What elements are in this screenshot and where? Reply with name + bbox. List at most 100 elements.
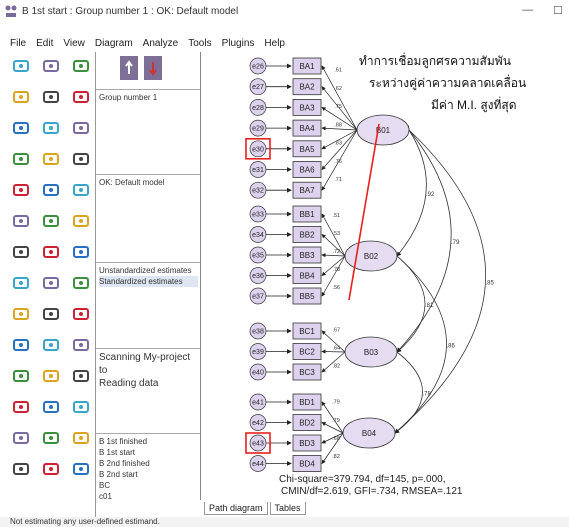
observed-label: BD1: [299, 398, 315, 407]
error-label: e33: [252, 212, 264, 219]
covariance-icon[interactable]: [42, 89, 60, 105]
fit-page-icon[interactable]: [42, 399, 60, 415]
error-label: e42: [252, 420, 264, 427]
error-label: e40: [252, 370, 264, 377]
annotation-text-1: ทำการเชื่อมลูกศรความสัมพัน: [359, 54, 511, 68]
rotate-icon[interactable]: [42, 213, 60, 229]
observed-label: BA6: [299, 166, 315, 175]
undo-icon[interactable]: [12, 461, 30, 477]
annotation-text-2: ระหว่างคู่ค่าความคลาดเคลื่อน: [369, 76, 527, 90]
bayesian-icon[interactable]: [12, 430, 30, 446]
model-item[interactable]: OK: Default model: [99, 177, 198, 188]
touch-up-icon[interactable]: [72, 244, 90, 260]
scroll-icon[interactable]: [42, 244, 60, 260]
estimate-unstandardized[interactable]: Unstandardized estimates: [99, 265, 198, 276]
zoom-area-icon[interactable]: [12, 368, 30, 384]
annotation-pointer-line: [348, 123, 380, 301]
observed-label: BC1: [299, 327, 315, 336]
copy-diagram-icon[interactable]: [12, 306, 30, 322]
estimate-standardized[interactable]: Standardized estimates: [99, 276, 198, 287]
deselect-icon[interactable]: [72, 151, 90, 167]
error-label: e44: [252, 461, 264, 468]
error-label: e27: [252, 84, 264, 91]
page-fit-icon[interactable]: [12, 399, 30, 415]
move-icon[interactable]: [42, 182, 60, 198]
erase-icon[interactable]: [72, 182, 90, 198]
loading-label: .82: [332, 364, 340, 370]
indicator-icon[interactable]: [72, 58, 90, 74]
menu-diagram[interactable]: Diagram: [95, 38, 133, 52]
list-data-icon[interactable]: [72, 120, 90, 136]
loading-label: .88: [334, 122, 342, 128]
file-item[interactable]: B 1st finished: [99, 436, 198, 447]
zoom-in-icon[interactable]: [42, 368, 60, 384]
specification-search-icon[interactable]: [72, 461, 90, 477]
observed-label: BC3: [299, 368, 315, 377]
loading-label: .72: [332, 249, 340, 255]
observed-label: BB3: [299, 251, 315, 260]
redo-icon[interactable]: [42, 461, 60, 477]
group-item[interactable]: Group number 1: [99, 92, 198, 103]
observed-label: BB1: [299, 210, 315, 219]
tab-tables[interactable]: Tables: [269, 502, 306, 515]
duplicate-icon[interactable]: [12, 182, 30, 198]
drag-props-icon[interactable]: [42, 337, 60, 353]
loading-label: .61: [334, 68, 342, 74]
view-text-icon[interactable]: [42, 306, 60, 322]
select-one-icon[interactable]: [12, 151, 30, 167]
error-label: e29: [252, 126, 264, 133]
covariance-path: [396, 125, 427, 257]
file-item[interactable]: BC: [99, 480, 198, 491]
multigroup-icon[interactable]: [42, 430, 60, 446]
error-label: e30: [252, 146, 264, 153]
zoom-out-icon[interactable]: [72, 368, 90, 384]
file-item[interactable]: B 1st start: [99, 447, 198, 458]
correlation-label: .86: [447, 344, 456, 350]
loading-label: .83: [334, 141, 342, 147]
print-icon[interactable]: [72, 430, 90, 446]
error-label: e26: [252, 64, 264, 71]
file-item[interactable]: c01: [99, 491, 198, 502]
loading-path: [321, 253, 346, 258]
loading-label: .76: [334, 159, 342, 165]
error-term-icon[interactable]: [72, 89, 90, 105]
reflect-icon[interactable]: [72, 213, 90, 229]
ellipse-icon[interactable]: [42, 58, 60, 74]
rectangle-icon[interactable]: [12, 58, 30, 74]
calculate-icon[interactable]: [72, 275, 90, 291]
amos-app-icon[interactable]: [4, 4, 18, 18]
preserve-symmetry-icon[interactable]: [72, 337, 90, 353]
menu-view[interactable]: View: [63, 38, 85, 52]
file-item[interactable]: B 2nd finished: [99, 458, 198, 469]
maximize-button[interactable]: ☐: [553, 4, 563, 17]
minimize-button[interactable]: —: [522, 4, 533, 17]
observed-label: BA3: [299, 103, 315, 112]
object-props-icon[interactable]: [12, 337, 30, 353]
path-diagram-canvas[interactable]: .92 .79 .85 .81 .86 .78 e26 BA1 .61 e27 BA2 .62 e28 B…: [200, 52, 569, 500]
menu-file[interactable]: File: [10, 38, 26, 52]
title-icon[interactable]: [12, 120, 30, 136]
file-item[interactable]: B 2nd start: [99, 469, 198, 480]
magnify-icon[interactable]: [72, 399, 90, 415]
loading-label: .67: [332, 328, 340, 334]
loading-label: .78: [332, 267, 340, 273]
menu-tools[interactable]: Tools: [188, 38, 211, 52]
error-label: e39: [252, 349, 264, 356]
analysis-props-icon[interactable]: [42, 275, 60, 291]
data-files-icon[interactable]: [12, 275, 30, 291]
menu-help[interactable]: Help: [264, 38, 285, 52]
view-input-output-icons[interactable]: [118, 54, 168, 84]
select-all-icon[interactable]: [42, 151, 60, 167]
path-arrow-icon[interactable]: [12, 89, 30, 105]
menu-edit[interactable]: Edit: [36, 38, 53, 52]
list-variables-icon[interactable]: [42, 120, 60, 136]
tab-path-diagram[interactable]: Path diagram: [204, 502, 268, 515]
error-label: e36: [252, 273, 264, 280]
shape-change-icon[interactable]: [12, 213, 30, 229]
covariance-path: [394, 125, 487, 434]
move-params-icon[interactable]: [12, 244, 30, 260]
save-icon[interactable]: [72, 306, 90, 322]
menu-analyze[interactable]: Analyze: [143, 38, 179, 52]
loading-label: .56: [332, 285, 340, 291]
menu-plugins[interactable]: Plugins: [222, 38, 255, 52]
